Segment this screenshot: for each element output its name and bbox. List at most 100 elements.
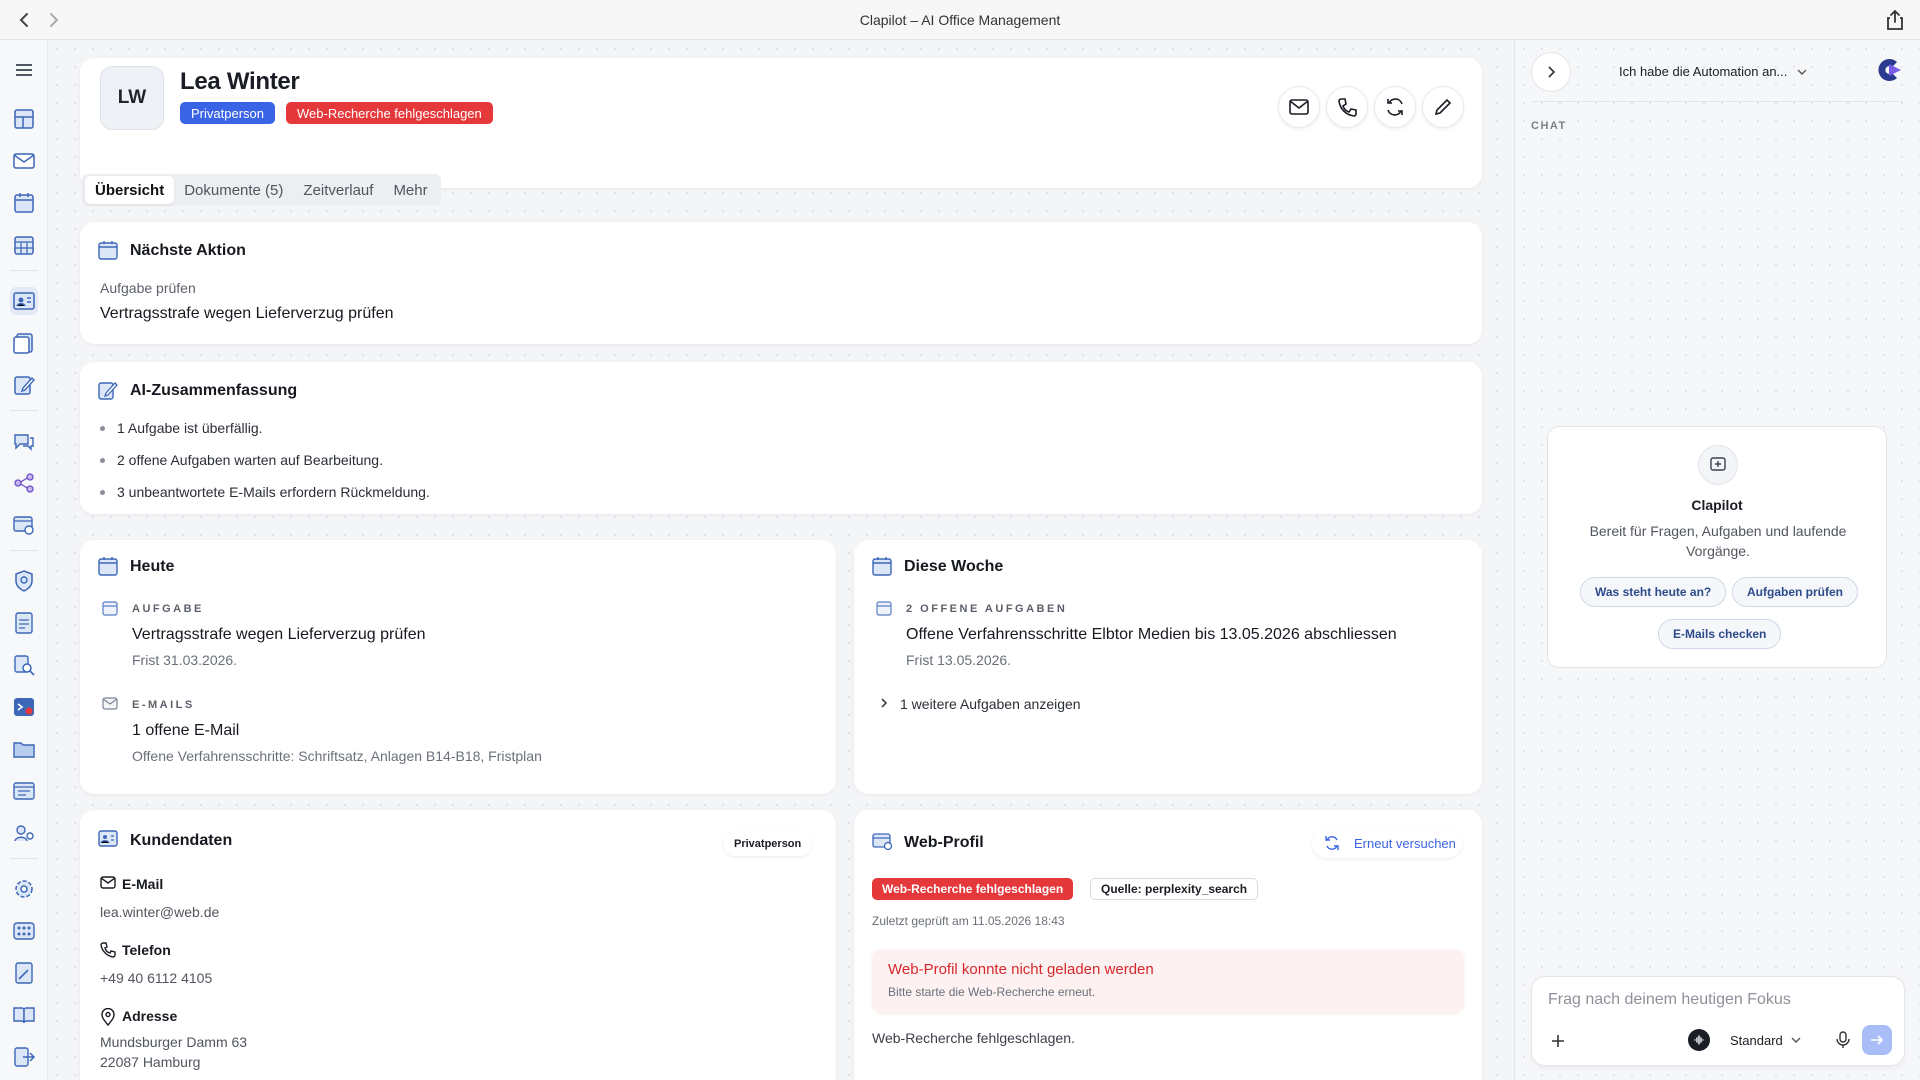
menu-icon[interactable] bbox=[10, 56, 38, 84]
today-task-title[interactable]: Vertragsstrafe wegen Lieferverzug prüfen bbox=[132, 626, 426, 644]
next-action-title: Nächste Aktion bbox=[130, 242, 246, 259]
ai-summary-title: AI-Zusammenfassung bbox=[130, 382, 298, 399]
tab-bar: Übersicht Dokumente (5) Zeitverlauf Mehr bbox=[82, 174, 441, 206]
settings-icon[interactable] bbox=[10, 875, 38, 903]
report-icon[interactable] bbox=[10, 609, 38, 637]
tab-documents[interactable]: Dokumente (5) bbox=[174, 176, 293, 204]
calendar-icon bbox=[102, 600, 118, 616]
send-button[interactable] bbox=[1862, 1025, 1892, 1055]
shield-icon[interactable] bbox=[10, 567, 38, 595]
week-caption: 2 OFFENE AUFGABEN bbox=[906, 603, 1068, 615]
suggestion-tasks[interactable]: Aufgaben prüfen bbox=[1732, 577, 1858, 607]
workflow-icon[interactable] bbox=[10, 469, 38, 497]
today-email-sub: Offene Verfahrensschritte: Schriftsatz, … bbox=[132, 748, 542, 764]
book-icon[interactable] bbox=[10, 1001, 38, 1029]
web-settings-icon bbox=[872, 832, 893, 852]
arrow-right-icon bbox=[1871, 1035, 1884, 1045]
dashboard-icon[interactable] bbox=[10, 105, 38, 133]
mode-select[interactable]: Standard bbox=[1730, 1029, 1801, 1051]
apps-icon[interactable] bbox=[10, 917, 38, 945]
file-edit-icon[interactable] bbox=[10, 959, 38, 987]
terminal-icon[interactable] bbox=[10, 693, 38, 721]
web-error-title: Web-Profil konnte nicht geladen werden bbox=[888, 961, 1154, 978]
conversation-select[interactable]: Ich habe die Automation an... bbox=[1619, 64, 1807, 79]
suggestion-today[interactable]: Was steht heute an? bbox=[1580, 577, 1727, 607]
share-icon[interactable] bbox=[1886, 9, 1904, 36]
mail-icon[interactable] bbox=[10, 147, 38, 175]
chevron-down-icon bbox=[1791, 1037, 1801, 1043]
plus-icon bbox=[1552, 1035, 1564, 1047]
week-more-link[interactable]: 1 weitere Aufgaben anzeigen bbox=[900, 696, 1081, 712]
chat-icon[interactable] bbox=[10, 427, 38, 455]
microphone-icon[interactable] bbox=[1832, 1029, 1854, 1051]
next-action-label: Aufgabe prüfen bbox=[100, 280, 196, 296]
location-pin-icon bbox=[100, 1007, 116, 1027]
tab-overview[interactable]: Übersicht bbox=[85, 176, 175, 204]
customer-email[interactable]: lea.winter@web.de bbox=[100, 904, 219, 920]
chat-panel: Ich habe die Automation an... CHAT Clapi… bbox=[1514, 40, 1920, 1080]
customer-phone-label: Telefon bbox=[122, 942, 171, 958]
forward-icon[interactable] bbox=[44, 10, 64, 30]
call-button[interactable] bbox=[1326, 86, 1368, 128]
today-email-caption: E-MAILS bbox=[132, 699, 195, 711]
logout-icon[interactable] bbox=[10, 1043, 38, 1071]
web-error-sub: Bitte starte die Web-Recherche erneut. bbox=[888, 985, 1096, 999]
contacts-icon bbox=[98, 830, 118, 850]
week-task-title[interactable]: Offene Verfahrensschritte Elbtor Medien … bbox=[906, 626, 1397, 644]
tab-more[interactable]: Mehr bbox=[383, 176, 437, 204]
week-task-due: Frist 13.05.2026. bbox=[906, 652, 1012, 668]
chat-plus-icon bbox=[1698, 445, 1738, 485]
email-button[interactable] bbox=[1278, 86, 1320, 128]
retry-button[interactable]: Erneut versuchen bbox=[1312, 828, 1462, 858]
today-email-title[interactable]: 1 offene E-Mail bbox=[132, 722, 239, 740]
calendar-icon bbox=[98, 240, 118, 260]
web-status-chip: Web-Recherche fehlgeschlagen bbox=[872, 878, 1074, 900]
customer-title: Kundendaten bbox=[130, 832, 233, 849]
back-icon[interactable] bbox=[14, 10, 34, 30]
next-action-card bbox=[80, 222, 1482, 344]
contact-name: Lea Winter bbox=[180, 68, 300, 95]
calendar-grid-icon[interactable] bbox=[10, 231, 38, 259]
suggestion-emails[interactable]: E-Mails checken bbox=[1658, 619, 1782, 649]
next-action-value: Vertragsstrafe wegen Lieferverzug prüfen bbox=[100, 305, 394, 322]
chevron-right-icon bbox=[878, 696, 890, 710]
edit-note-icon[interactable] bbox=[10, 371, 38, 399]
customer-email-label: E-Mail bbox=[122, 876, 164, 892]
today-task-due: Frist 31.03.2026. bbox=[132, 652, 238, 668]
chevron-down-icon bbox=[1797, 69, 1807, 75]
search-doc-icon[interactable] bbox=[10, 651, 38, 679]
add-attachment-button[interactable] bbox=[1546, 1029, 1570, 1053]
status-badge: Web-Recherche fehlgeschlagen bbox=[286, 102, 493, 124]
chevron-right-icon bbox=[1548, 66, 1556, 78]
avatar: LW bbox=[100, 66, 164, 130]
edit-button[interactable] bbox=[1422, 86, 1464, 128]
customer-phone[interactable]: +49 40 6112 4105 bbox=[100, 970, 212, 986]
browser-icon[interactable] bbox=[10, 777, 38, 805]
chat-composer: Frag nach deinem heutigen Fokus Standard bbox=[1531, 976, 1905, 1066]
today-task-caption: AUFGABE bbox=[132, 603, 204, 615]
edit-note-icon bbox=[98, 380, 118, 400]
calendar-icon[interactable] bbox=[10, 189, 38, 217]
summary-item: 3 unbeantwortete E-Mails erfordern Rückm… bbox=[100, 484, 430, 500]
assistant-name: Clapilot bbox=[1691, 497, 1743, 513]
web-footer-text: Web-Recherche fehlgeschlagen. bbox=[872, 1030, 1075, 1046]
calendar-icon bbox=[876, 600, 892, 616]
phone-icon bbox=[100, 942, 116, 958]
customer-type-chip: Privatperson bbox=[724, 832, 812, 856]
refresh-icon bbox=[1325, 836, 1339, 850]
calendar-icon bbox=[872, 556, 892, 576]
mail-icon bbox=[1289, 99, 1309, 115]
customer-address-line1: Mundsburger Damm 63 bbox=[100, 1034, 248, 1050]
documents-icon[interactable] bbox=[10, 329, 38, 357]
conversation-select-label: Ich habe die Automation an... bbox=[1619, 64, 1788, 79]
users-gear-icon[interactable] bbox=[10, 819, 38, 847]
voice-mode-icon[interactable] bbox=[1688, 1029, 1710, 1051]
contacts-icon[interactable] bbox=[10, 287, 38, 315]
web-settings-icon[interactable] bbox=[10, 511, 38, 539]
folder-icon[interactable] bbox=[10, 735, 38, 763]
refresh-icon bbox=[1387, 98, 1403, 116]
refresh-button[interactable] bbox=[1374, 86, 1416, 128]
tab-timeline[interactable]: Zeitverlauf bbox=[293, 176, 383, 204]
chat-input[interactable]: Frag nach deinem heutigen Fokus bbox=[1548, 991, 1791, 1009]
collapse-panel-button[interactable] bbox=[1531, 52, 1571, 92]
